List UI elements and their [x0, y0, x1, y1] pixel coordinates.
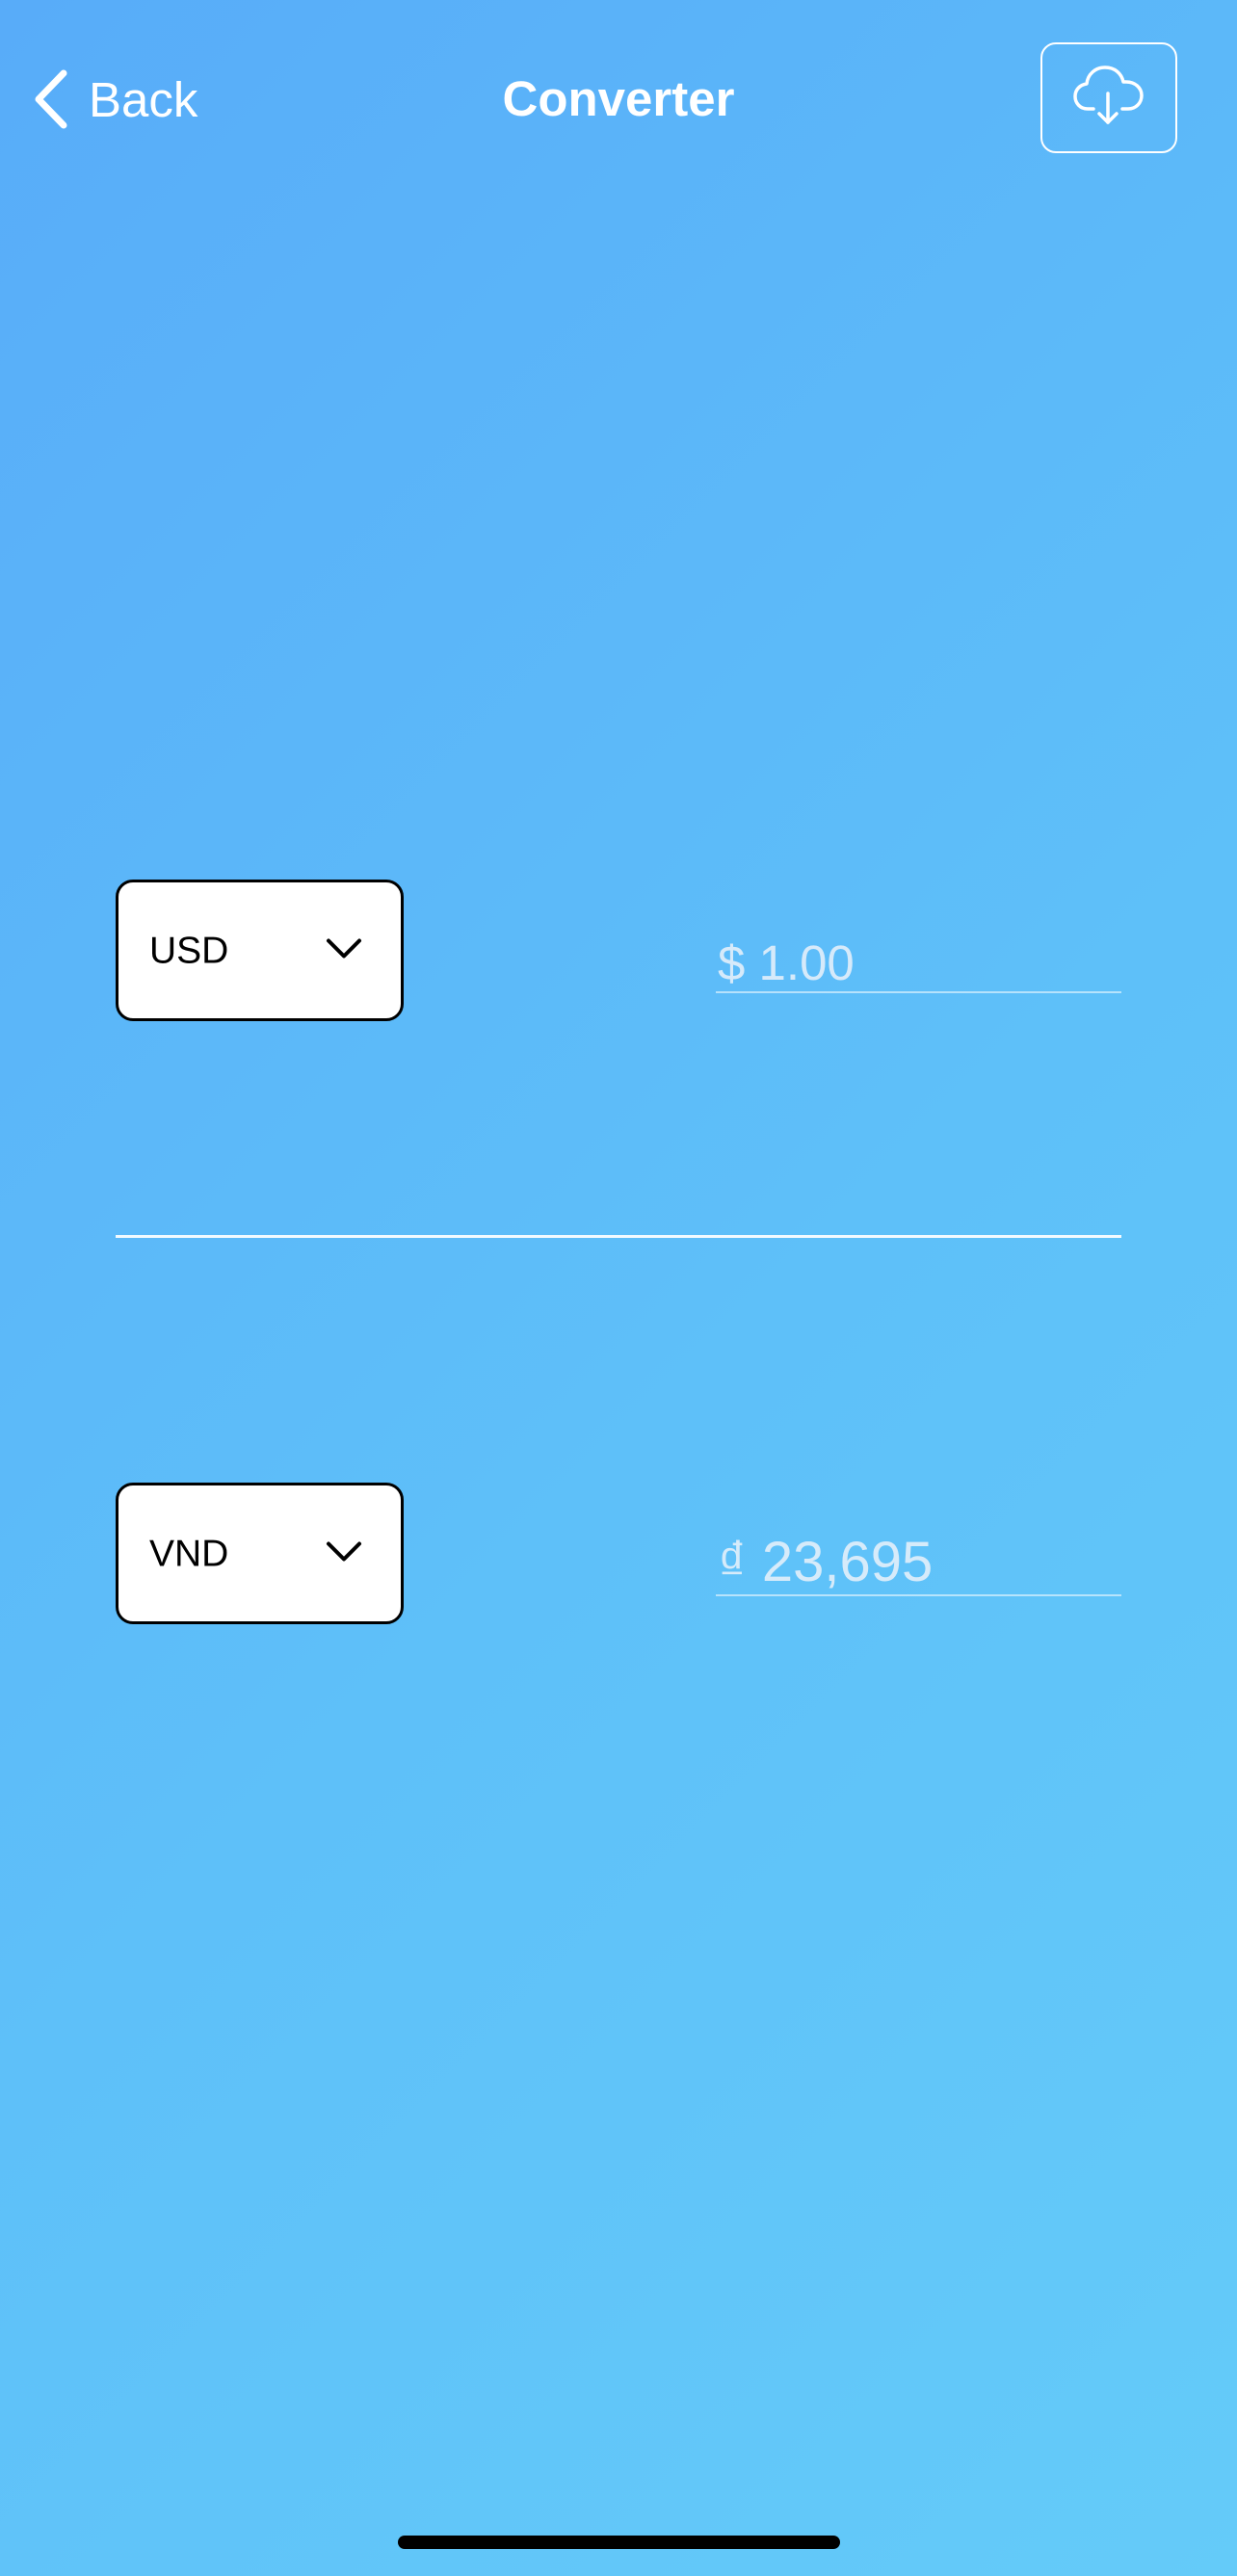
to-currency-code: VND — [149, 1533, 229, 1574]
to-amount-field[interactable]: ₫ 23,695 — [716, 1517, 1121, 1596]
home-indicator[interactable] — [398, 2536, 840, 2549]
converter-screen: Back Converter USD $ 1.00 VND ₫ 23,695 — [0, 0, 1237, 2576]
to-currency-select[interactable]: VND — [116, 1483, 404, 1624]
from-amount-value: $ 1.00 — [718, 935, 855, 990]
cloud-download-icon — [1072, 65, 1145, 131]
divider — [116, 1235, 1121, 1238]
cloud-download-button[interactable] — [1040, 42, 1177, 153]
from-currency-select[interactable]: USD — [116, 880, 404, 1021]
to-amount-value: ₫ 23,695 — [718, 1531, 934, 1593]
chevron-down-icon — [326, 1540, 362, 1566]
chevron-down-icon — [326, 937, 362, 963]
from-currency-code: USD — [149, 930, 229, 971]
from-amount-field[interactable]: $ 1.00 — [716, 914, 1121, 993]
